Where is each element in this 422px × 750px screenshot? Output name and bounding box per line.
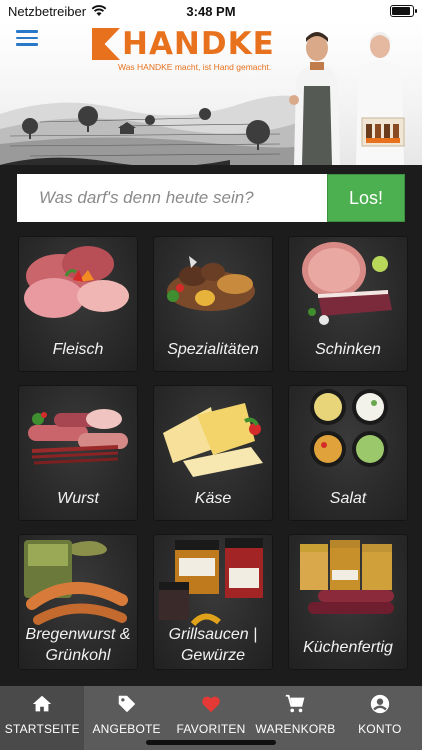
category-tile-kaese[interactable]: Käse: [153, 385, 273, 521]
salads-image: [310, 389, 388, 467]
ham-image: [302, 242, 392, 325]
cart-icon: [286, 694, 305, 713]
nav-label: FAVORITEN: [176, 722, 246, 736]
search-bar: Los!: [17, 174, 405, 222]
category-tile-salat[interactable]: Salat: [288, 385, 408, 521]
category-label: Küchenfertig: [303, 639, 393, 656]
jars-and-sausages-image: [300, 540, 394, 614]
nav-label: STARTSEITE: [4, 722, 80, 736]
category-tile-wurst[interactable]: Wurst: [18, 385, 138, 521]
category-tile-schinken[interactable]: Schinken: [288, 236, 408, 372]
schnitzel-and-meatballs-image: [167, 256, 255, 311]
category-label: Wurst: [57, 490, 99, 507]
nav-label: WARENKORB: [255, 722, 336, 736]
category-label: Grillsaucen | Gewürze: [168, 626, 258, 664]
nav-item-startseite[interactable]: STARTSEITE: [0, 686, 85, 750]
logo-text: HANDKE: [122, 26, 275, 62]
butcher-couple-photo: [289, 32, 405, 165]
tag-icon: [118, 695, 135, 713]
cheese-image: [163, 403, 263, 477]
nav-label: ANGEBOTE: [92, 722, 161, 736]
category-label: Fleisch: [52, 341, 104, 358]
search-input[interactable]: [17, 174, 327, 222]
nav-item-konto[interactable]: KONTO: [338, 686, 422, 750]
nav-label: KONTO: [358, 722, 402, 736]
wifi-icon: [91, 5, 107, 16]
category-tile-fleisch[interactable]: Fleisch: [18, 236, 138, 372]
category-label: Schinken: [315, 341, 381, 358]
raw-meat-image: [24, 246, 129, 318]
category-tile-bregenwurst-gruenkohl[interactable]: Bregenwurst & Grünkohl: [18, 534, 138, 670]
handke-logo: HANDKE: [92, 26, 275, 62]
bregenwurst-and-kale-image: [24, 540, 128, 625]
battery-level: [392, 7, 410, 15]
carrier-label: Netzbetreiber: [8, 3, 87, 19]
sauce-jars-image: [159, 538, 263, 627]
category-label: Bregenwurst & Grünkohl: [25, 626, 131, 664]
home-indicator: [146, 740, 276, 745]
category-tile-spezialitaeten[interactable]: Spezialitäten: [153, 236, 273, 372]
category-tile-grillsaucen-gewuerze[interactable]: Grillsaucen | Gewürze: [153, 534, 273, 670]
category-tile-kuechenfertig[interactable]: Küchenfertig: [288, 534, 408, 670]
sausages-image: [28, 409, 128, 465]
slogan: Was HANDKE macht, ist Hand gemacht.: [118, 62, 272, 72]
category-label: Salat: [329, 490, 367, 507]
status-bar: Netzbetreiber 3:48 PM: [0, 0, 422, 22]
category-label: Spezialitäten: [167, 341, 259, 358]
logo-mark: [92, 28, 120, 60]
battery-icon: [390, 5, 417, 17]
header-banner: HANDKE Was HANDKE macht, ist Hand gemach…: [0, 22, 422, 165]
status-left: Netzbetreiber: [8, 4, 107, 19]
hamburger-menu-icon[interactable]: [16, 30, 38, 46]
category-label: Käse: [194, 490, 232, 507]
home-icon: [33, 695, 52, 712]
heart-icon: [202, 696, 220, 713]
account-icon: [370, 694, 389, 714]
category-grid: Fleisch Spezialitäten Schinken Wurst Käs…: [18, 236, 408, 670]
search-submit-button[interactable]: Los!: [327, 174, 405, 222]
